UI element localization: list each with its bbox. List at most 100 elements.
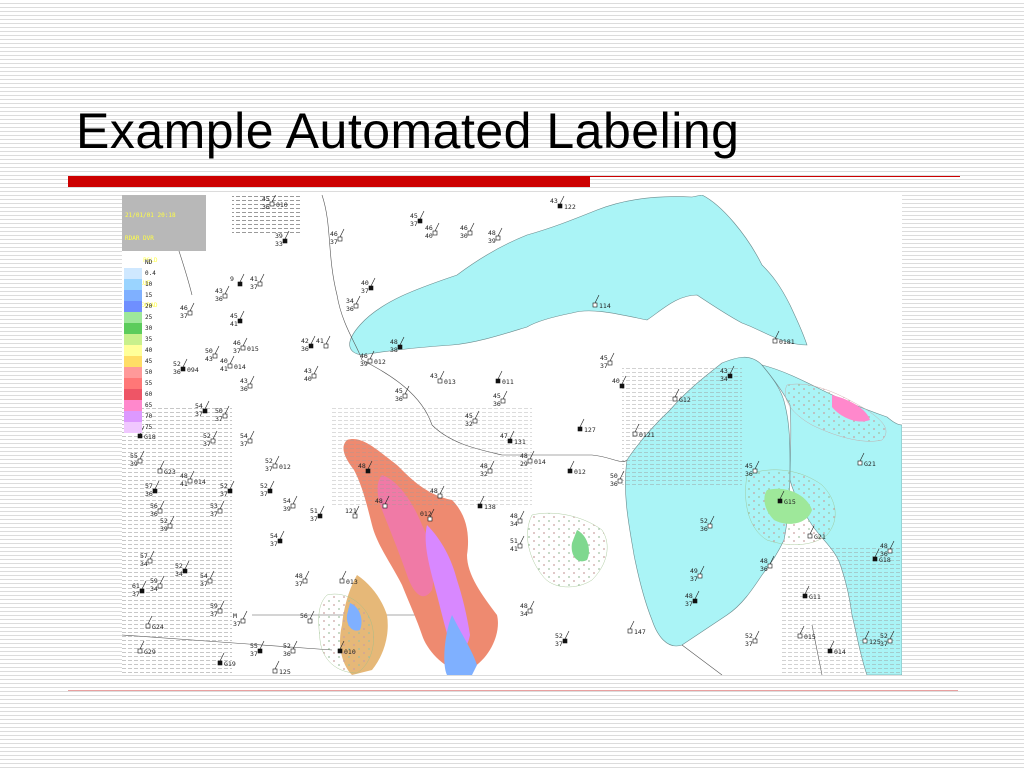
- station-value: 41: [316, 337, 324, 345]
- station-value: 36: [700, 525, 708, 533]
- station-value: 48: [685, 592, 693, 600]
- legend-swatch: [124, 367, 142, 378]
- station-marker: [323, 343, 329, 349]
- station-value: 012: [279, 463, 291, 471]
- station-value: G24: [152, 623, 164, 631]
- station-value: 37: [233, 620, 241, 628]
- station-marker: [367, 358, 373, 364]
- station-value: 36: [262, 203, 270, 211]
- station-value: 37: [690, 575, 698, 583]
- station-marker: [237, 318, 243, 324]
- legend-swatch: [124, 301, 142, 312]
- legend-item: 70: [124, 411, 156, 422]
- station-marker: [365, 468, 371, 474]
- station-value: 34: [510, 520, 518, 528]
- station-value: 46: [360, 352, 368, 360]
- station-value: 43: [205, 355, 213, 363]
- station-marker: [217, 660, 223, 666]
- legend-item: ND: [124, 257, 156, 268]
- station-marker: [402, 393, 408, 399]
- station-value: 014: [534, 458, 546, 466]
- station-marker: [495, 235, 501, 241]
- station-value: 52: [283, 642, 291, 650]
- station-marker: [807, 533, 813, 539]
- station-value: 37: [132, 590, 140, 598]
- station-value: 0121: [639, 431, 655, 439]
- station-marker: [217, 608, 223, 614]
- station-marker: [339, 578, 345, 584]
- station-value: 36: [240, 385, 248, 393]
- station-value: 48: [358, 462, 366, 470]
- legend-label: 15: [145, 292, 153, 299]
- station-marker: [257, 648, 263, 654]
- legend-item: 45: [124, 356, 156, 367]
- station-value: 36: [493, 400, 501, 408]
- station-marker: [139, 588, 145, 594]
- station-value: 37: [250, 650, 258, 658]
- station-value: 37: [310, 515, 318, 523]
- station-value: 40: [361, 279, 369, 287]
- station-marker: [187, 478, 193, 484]
- station-marker: [507, 438, 513, 444]
- station-value: 51: [510, 537, 518, 545]
- station-marker: [353, 303, 359, 309]
- station-value: 43: [720, 367, 728, 375]
- station-value: 37: [270, 540, 278, 548]
- station-marker: [272, 463, 278, 469]
- reflectivity-legend: ND 0.4 10 15 20 25 30 35 40 45 50 55 60 65 70 75: [124, 257, 156, 433]
- station-value: 52: [260, 482, 268, 490]
- station-value: 37: [330, 238, 338, 246]
- station-marker: [495, 378, 501, 384]
- station-marker: [157, 583, 163, 589]
- station-value: M: [233, 612, 237, 620]
- station-marker: [137, 433, 143, 439]
- legend-item: 40: [124, 345, 156, 356]
- station-value: 50: [215, 407, 223, 415]
- legend-label: 55: [145, 380, 153, 387]
- station-value: 34: [175, 570, 183, 578]
- station-marker: [627, 628, 633, 634]
- station-value: 48: [390, 338, 398, 346]
- station-value: 36: [215, 295, 223, 303]
- station-value: 46: [233, 339, 241, 347]
- station-value: 013: [346, 578, 358, 586]
- station-marker: [487, 468, 493, 474]
- station-marker: [887, 638, 893, 644]
- station-value: 55: [130, 452, 138, 460]
- legend-swatch: [124, 378, 142, 389]
- station-value: 147: [634, 628, 646, 636]
- station-value: 43: [550, 197, 558, 205]
- station-marker: [437, 378, 443, 384]
- station-value: 012: [420, 510, 432, 518]
- station-value: 34: [346, 297, 354, 305]
- station-marker: [617, 478, 623, 484]
- info-line: 21/01/01 20:18: [125, 212, 176, 219]
- legend-label: 50: [145, 369, 153, 376]
- station-value: 47: [500, 432, 508, 440]
- legend-swatch: [124, 268, 142, 279]
- legend-item: 65: [124, 400, 156, 411]
- legend-swatch: [124, 345, 142, 356]
- station-marker: [290, 503, 296, 509]
- station-value: 36: [283, 650, 291, 658]
- station-marker: [337, 648, 343, 654]
- station-value: 125: [279, 668, 291, 675]
- station-value: 54: [240, 432, 248, 440]
- station-value: 36: [610, 480, 618, 488]
- station-marker: [857, 460, 863, 466]
- station-marker: [777, 498, 783, 504]
- station-value: 43: [215, 287, 223, 295]
- station-value: 52: [173, 360, 181, 368]
- legend-item: 10: [124, 279, 156, 290]
- station-value: 015: [247, 345, 259, 353]
- station-value: 37: [880, 640, 888, 648]
- station-marker: [767, 563, 773, 569]
- station-marker: [467, 230, 473, 236]
- station-value: 48: [180, 472, 188, 480]
- legend-label: 70: [145, 413, 153, 420]
- station-marker: [797, 633, 803, 639]
- station-marker: [308, 343, 314, 349]
- station-value: 122: [564, 203, 576, 211]
- station-marker: [592, 302, 598, 308]
- station-value: G21: [864, 460, 876, 468]
